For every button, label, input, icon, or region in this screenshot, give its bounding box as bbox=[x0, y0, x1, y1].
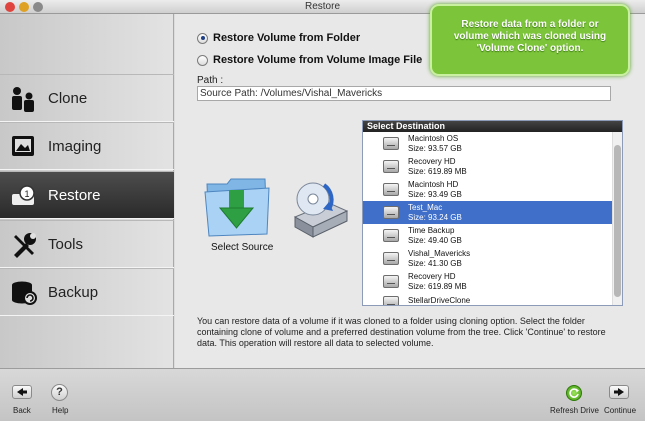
sidebar-item-label: Restore bbox=[48, 187, 101, 204]
hard-drive-icon bbox=[383, 252, 399, 265]
destination-header: Select Destination bbox=[363, 121, 622, 132]
sidebar-item-imaging[interactable]: Imaging bbox=[0, 122, 174, 170]
callout-text: Restore data from a folder or volume whi… bbox=[453, 19, 607, 54]
sidebar-item-tools[interactable]: Tools bbox=[0, 220, 174, 268]
hard-drive-icon bbox=[383, 275, 399, 288]
restore-from-image-label: Restore Volume from Volume Image File bbox=[213, 54, 423, 66]
destination-item[interactable]: StellarDriveClone bbox=[363, 291, 613, 305]
continue-label: Continue bbox=[604, 406, 637, 415]
restore-from-image-option[interactable]: Restore Volume from Volume Image File bbox=[197, 54, 422, 66]
destination-item-name: Recovery HD bbox=[408, 272, 456, 281]
question-mark-icon: ? bbox=[56, 386, 63, 398]
imaging-icon bbox=[12, 136, 34, 156]
destination-item-selected[interactable]: Test_Mac Size: 93.24 GB bbox=[363, 201, 613, 224]
destination-item[interactable]: Macintosh HD Size: 93.49 GB bbox=[363, 178, 613, 201]
source-path-field[interactable] bbox=[197, 86, 611, 101]
destination-item-size: Size: 619.89 MB bbox=[408, 167, 467, 176]
destination-item[interactable]: Recovery HD Size: 619.89 MB bbox=[363, 270, 613, 293]
destination-item-name: Macintosh HD bbox=[408, 180, 459, 189]
restore-from-folder-option[interactable]: Restore Volume from Folder bbox=[197, 32, 360, 44]
hard-drive-icon bbox=[383, 229, 399, 242]
destination-item[interactable]: Recovery HD Size: 619.89 MB bbox=[363, 155, 613, 178]
destination-item-size: Size: 93.24 GB bbox=[408, 213, 462, 222]
backup-icon bbox=[12, 281, 37, 305]
destination-item-size: Size: 93.49 GB bbox=[408, 190, 462, 199]
continue-button[interactable] bbox=[609, 385, 629, 399]
scrollbar[interactable] bbox=[612, 132, 622, 305]
sidebar-item-label: Tools bbox=[48, 236, 84, 253]
sidebar: Clone Imaging 1 Restore Tools Backup bbox=[0, 14, 174, 368]
destination-item-size: Size: 619.89 MB bbox=[408, 282, 467, 291]
destination-item-name: Test_Mac bbox=[408, 203, 443, 212]
drive-restore-graphic bbox=[289, 177, 351, 243]
tooltip-callout: Restore data from a folder or volume whi… bbox=[430, 4, 630, 76]
hard-drive-icon bbox=[383, 296, 399, 305]
refresh-drive-label: Refresh Drive bbox=[550, 406, 599, 415]
zoom-window-button[interactable] bbox=[33, 2, 43, 12]
hard-drive-icon bbox=[383, 160, 399, 173]
help-label: Help bbox=[52, 406, 69, 415]
destination-item-name: Macintosh OS bbox=[408, 134, 459, 143]
path-label: Path : bbox=[197, 75, 224, 86]
sidebar-item-clone[interactable]: Clone bbox=[0, 74, 174, 122]
forward-arrow-icon bbox=[614, 388, 624, 396]
folder-download-icon bbox=[204, 178, 270, 237]
destination-item-size: Size: 49.40 GB bbox=[408, 236, 462, 245]
select-source-button[interactable] bbox=[203, 172, 271, 238]
sidebar-item-restore[interactable]: 1 Restore bbox=[0, 171, 174, 219]
sidebar-item-backup[interactable]: Backup bbox=[0, 268, 174, 316]
refresh-icon bbox=[569, 388, 579, 398]
destination-item-size: Size: 41.30 GB bbox=[408, 259, 462, 268]
bottom-toolbar: Back ? Help Refresh Drive Continue bbox=[0, 368, 645, 421]
sidebar-item-label: Imaging bbox=[48, 138, 102, 155]
window-title: Restore bbox=[304, 1, 340, 12]
destination-item[interactable]: Vishal_Mavericks Size: 41.30 GB bbox=[363, 247, 613, 270]
disc-drive-icon bbox=[293, 182, 349, 238]
hard-drive-icon bbox=[383, 137, 399, 150]
close-window-button[interactable] bbox=[5, 2, 15, 12]
sidebar-item-label: Clone bbox=[48, 90, 88, 107]
select-source-label: Select Source bbox=[211, 242, 274, 253]
minimize-window-button[interactable] bbox=[19, 2, 29, 12]
hard-drive-icon bbox=[383, 206, 399, 219]
destination-item-name: Recovery HD bbox=[408, 157, 456, 166]
description-text: You can restore data of a volume if it w… bbox=[197, 316, 606, 348]
radio-button[interactable] bbox=[197, 54, 208, 66]
tools-icon bbox=[14, 233, 36, 258]
destination-item-size: Size: 93.57 GB bbox=[408, 144, 462, 153]
scrollbar-thumb[interactable] bbox=[614, 145, 621, 297]
radio-button-selected[interactable] bbox=[197, 32, 208, 44]
clone-icon bbox=[12, 87, 34, 112]
back-label: Back bbox=[13, 406, 31, 415]
restore-from-folder-label: Restore Volume from Folder bbox=[213, 32, 361, 44]
restore-icon: 1 bbox=[12, 185, 35, 205]
hard-drive-icon bbox=[383, 183, 399, 196]
destination-item-name: Time Backup bbox=[408, 226, 455, 235]
svg-text:1: 1 bbox=[25, 189, 30, 199]
back-button[interactable] bbox=[12, 385, 32, 399]
destination-item[interactable]: Time Backup Size: 49.40 GB bbox=[363, 224, 613, 247]
refresh-drive-button[interactable] bbox=[566, 385, 582, 401]
back-arrow-icon bbox=[17, 388, 27, 396]
help-button[interactable]: ? bbox=[51, 384, 68, 401]
destination-item-name: StellarDriveClone bbox=[408, 296, 471, 305]
destination-item-name: Vishal_Mavericks bbox=[408, 249, 471, 258]
destination-list[interactable]: Select Destination Macintosh OS Size: 93… bbox=[362, 120, 623, 306]
destination-item[interactable]: Macintosh OS Size: 93.57 GB bbox=[363, 132, 613, 155]
sidebar-item-label: Backup bbox=[48, 284, 99, 301]
